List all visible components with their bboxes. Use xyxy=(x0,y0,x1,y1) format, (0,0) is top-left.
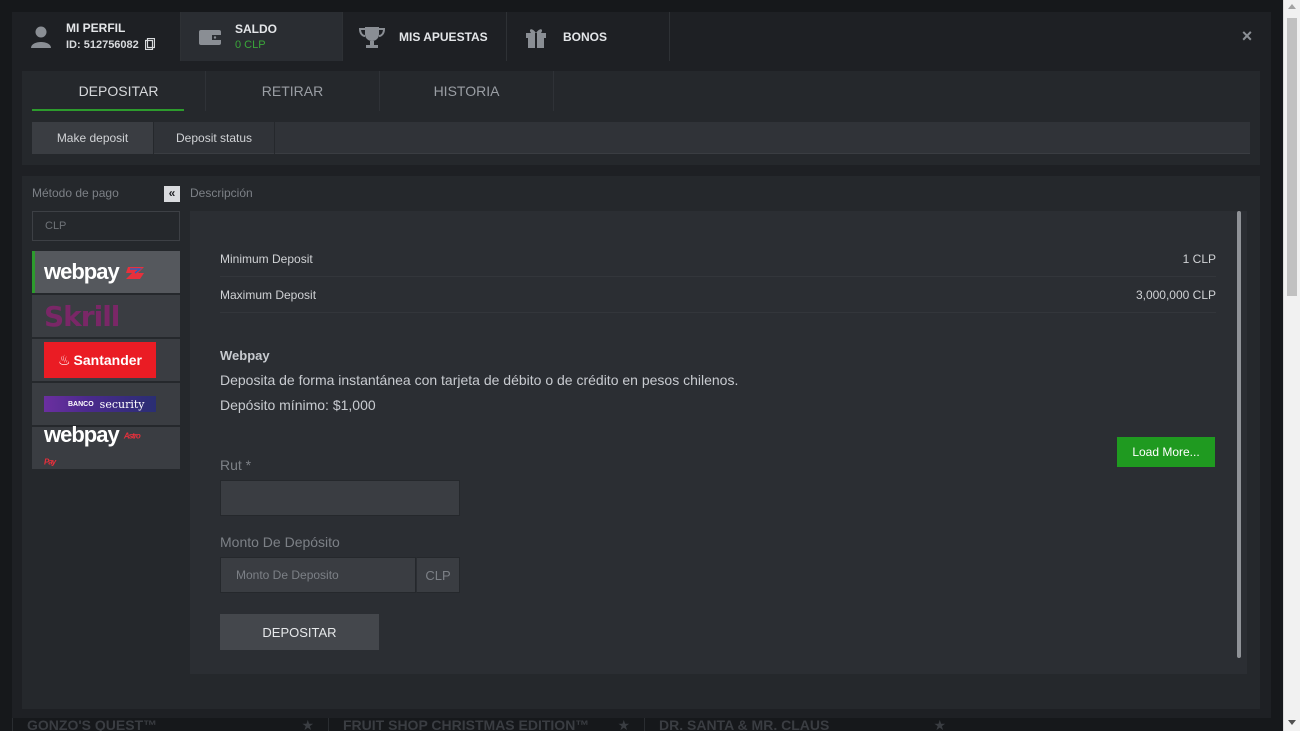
max-deposit-row: Maximum Deposit 3,000,000 CLP xyxy=(220,277,1216,313)
min-deposit-value: 1 CLP xyxy=(1182,251,1216,266)
description-label: Descripción xyxy=(190,186,253,200)
inner-tabs: Make deposit Deposit status xyxy=(32,122,1250,154)
max-deposit-value: 3,000,000 CLP xyxy=(1135,287,1216,302)
gift-icon xyxy=(521,22,551,52)
tab-my-bets-label: MIS APUESTAS xyxy=(399,29,488,44)
method-skrill[interactable]: Skrill xyxy=(32,295,180,337)
wallet-icon xyxy=(195,22,225,52)
collapse-icon[interactable]: « xyxy=(164,186,180,202)
account-modal: MI PERFIL ID: 512756082 SALDO 0 CLP MIS … xyxy=(12,12,1271,718)
header-tabs: MI PERFIL ID: 512756082 SALDO 0 CLP MIS … xyxy=(12,12,1271,61)
min-deposit-row: Minimum Deposit 1 CLP xyxy=(220,241,1216,277)
content-scrollbar[interactable] xyxy=(1237,211,1241,658)
amount-input[interactable]: Monto De Deposito xyxy=(220,557,416,593)
amount-currency: CLP xyxy=(416,557,460,593)
deposit-main-panel: Método de pago « Descripción CLP webpay … xyxy=(22,176,1260,709)
method-santander[interactable]: ♨ Santander xyxy=(32,339,180,381)
tab-balance-label: SALDO xyxy=(235,22,277,36)
trophy-icon xyxy=(357,22,387,52)
page-scrollbar[interactable] xyxy=(1283,0,1300,731)
tab-profile[interactable]: MI PERFIL ID: 512756082 xyxy=(12,12,181,61)
scroll-down-icon[interactable] xyxy=(1288,720,1296,725)
flame-icon: ♨ xyxy=(57,351,71,368)
tab-deposit-status[interactable]: Deposit status xyxy=(154,122,276,154)
max-deposit-label: Maximum Deposit xyxy=(220,287,317,302)
user-icon xyxy=(26,22,56,52)
game-title: GONZO'S QUEST™ xyxy=(27,717,158,731)
user-id: ID: 512756082 xyxy=(66,39,139,51)
method-webpay[interactable]: webpay xyxy=(32,251,180,293)
deposit-nav-panel: DEPOSITAR RETIRAR HISTORIA Make deposit … xyxy=(22,71,1260,165)
scroll-up-icon[interactable] xyxy=(1288,4,1296,9)
method-description: Deposita de forma instantánea con tarjet… xyxy=(220,372,739,388)
tab-my-bets[interactable]: MIS APUESTAS xyxy=(343,12,507,61)
skrill-logo: Skrill xyxy=(44,299,120,333)
method-title: Webpay xyxy=(220,348,270,363)
close-icon[interactable]: × xyxy=(1237,26,1257,46)
rut-input[interactable] xyxy=(220,480,460,516)
tab-bonuses[interactable]: BONOS xyxy=(507,12,670,61)
method-banco-security[interactable]: BANCO security xyxy=(32,383,180,425)
copy-icon[interactable] xyxy=(144,37,155,53)
webpay-logo: webpay xyxy=(44,259,146,285)
payment-method-label: Método de pago xyxy=(32,186,119,200)
balance-amount: 0 CLP xyxy=(235,39,266,51)
amount-field-group: Monto De Deposito CLP xyxy=(220,557,460,593)
payment-methods-list: webpay Skrill ♨ Santander BANCO security w… xyxy=(32,251,180,471)
amount-label: Monto De Depósito xyxy=(220,534,340,550)
tab-balance[interactable]: SALDO 0 CLP xyxy=(181,12,343,61)
method-webpay-astropay[interactable]: webpay Astro Pay xyxy=(32,422,180,469)
min-deposit-label: Minimum Deposit xyxy=(220,251,313,266)
game-title: DR. SANTA & MR. CLAUS xyxy=(659,717,830,731)
banco-security-logo: BANCO security xyxy=(44,396,156,412)
tab-history[interactable]: HISTORIA xyxy=(380,71,554,111)
currency-filter-input[interactable]: CLP xyxy=(32,211,180,241)
tab-withdraw[interactable]: RETIRAR xyxy=(206,71,380,111)
tab-profile-label: MI PERFIL xyxy=(66,20,126,35)
tab-bonuses-label: BONOS xyxy=(563,29,608,44)
scroll-thumb[interactable] xyxy=(1287,18,1297,296)
rut-label: Rut * xyxy=(220,457,252,473)
load-more-button[interactable]: Load More... xyxy=(1117,437,1215,467)
game-title: FRUIT SHOP CHRISTMAS EDITION™ xyxy=(343,717,590,731)
sub-tabs: DEPOSITAR RETIRAR HISTORIA xyxy=(32,71,554,111)
santander-logo: ♨ Santander xyxy=(44,342,156,378)
tab-deposit[interactable]: DEPOSITAR xyxy=(32,71,206,111)
webpay-astropay-logo: webpay Astro Pay xyxy=(44,422,141,467)
deposit-button[interactable]: DEPOSITAR xyxy=(220,614,379,650)
method-min-deposit: Depósito mínimo: $1,000 xyxy=(220,397,376,413)
tab-make-deposit[interactable]: Make deposit xyxy=(32,122,154,154)
method-details-panel: Minimum Deposit 1 CLP Maximum Deposit 3,… xyxy=(190,211,1247,674)
